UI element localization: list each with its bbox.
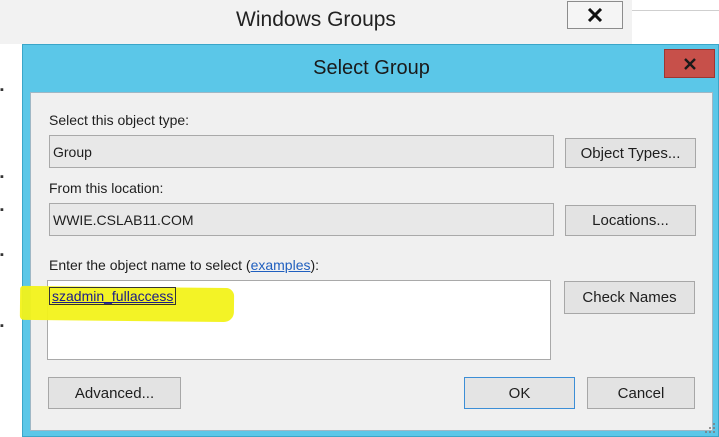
locations-button[interactable]: Locations... [565,205,696,236]
object-name-input[interactable]: szadmin_fullaccess [19,280,551,360]
object-name-label: Enter the object name to select (example… [49,257,319,273]
list-item-marker: ▪ [0,171,4,183]
windows-groups-title: Windows Groups [236,8,396,31]
advanced-button[interactable]: Advanced... [48,377,181,409]
dialog-close-button[interactable] [664,49,715,78]
examples-link[interactable]: examples [251,257,311,273]
resize-grip-icon[interactable] [704,422,716,434]
object-type-field: Group [49,135,554,168]
background-list-strip: ▪ ▪ ▪ ▪ ▪ [0,44,22,437]
divider [632,10,719,11]
object-type-label: Select this object type: [49,112,190,128]
cancel-button[interactable]: Cancel [587,377,695,409]
check-names-button[interactable]: Check Names [564,281,695,314]
object-name-value: szadmin_fullaccess [49,287,177,305]
close-icon [683,57,696,70]
list-item-marker: ▪ [0,249,4,261]
object-name-label-suffix: ): [310,257,320,273]
select-group-dialog: Select Group Select this object type: Gr… [19,44,719,437]
ok-button[interactable]: OK [464,377,575,409]
list-item-marker: ▪ [0,320,4,332]
dialog-title: Select Group [313,57,430,79]
windows-groups-titlebar: Windows Groups [0,0,632,45]
windows-groups-close-button[interactable] [567,1,623,29]
list-item-marker: ▪ [0,204,4,216]
close-icon [587,8,603,22]
object-name-label-prefix: Enter the object name to select ( [49,257,251,273]
location-label: From this location: [49,180,164,196]
location-field: WWIE.CSLAB11.COM [49,203,554,236]
object-types-button[interactable]: Object Types... [565,138,696,168]
list-item-marker: ▪ [0,84,4,96]
